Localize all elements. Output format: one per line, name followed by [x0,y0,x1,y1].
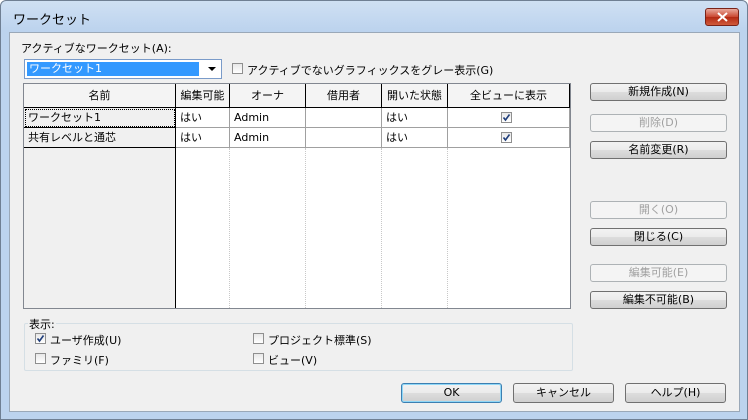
checkmark-icon [502,134,511,142]
column-guide [229,148,230,308]
ok-button[interactable]: OK [401,383,502,403]
active-workset-label: アクティブなワークセット(A): [21,42,172,55]
row-opened-cell[interactable]: はい [382,128,448,148]
views-checkbox[interactable] [253,353,264,364]
visible-all-views-checkbox[interactable] [501,132,512,143]
column-header-opened[interactable]: 開いた状態 [382,84,448,108]
row-opened-cell[interactable]: はい [382,108,448,128]
make-editable-button[interactable]: 編集可能(E) [590,264,727,282]
column-header-name[interactable]: 名前 [24,84,176,108]
column-header-visible-all-views[interactable]: 全ビューに表示 [448,84,570,108]
row-name-cell[interactable]: 共有レベルと通芯 [24,128,176,148]
make-non-editable-button[interactable]: 編集不可能(B) [590,291,727,309]
workset-dialog: ワークセット アクティブなワークセット(A): ワークセット1 アクティブでない… [0,0,748,420]
families-label: ファミリ(F) [50,354,109,367]
row-editable-cell[interactable]: はい [176,128,230,148]
row-editable-cell[interactable]: はい [176,108,230,128]
active-workset-combobox[interactable]: ワークセット1 [24,59,222,79]
close-icon [717,12,728,22]
row-borrowers-cell [306,108,382,128]
chevron-down-icon [208,67,216,71]
rename-workset-button[interactable]: 名前変更(R) [590,141,727,159]
column-header-borrowers[interactable]: 借用者 [306,84,382,108]
row-name-cell[interactable]: ワークセット1 [24,108,176,128]
show-group-label: 表示: [28,316,56,332]
close-button[interactable] [705,8,739,26]
row-owner-cell: Admin [230,128,306,148]
window-title: ワークセット [13,13,92,28]
column-guide [305,148,306,308]
column-guide [447,148,448,308]
column-guide [381,148,382,308]
row-borrowers-cell [306,128,382,148]
row-visible-cell[interactable] [448,128,570,148]
title-bar[interactable]: ワークセット [1,1,747,31]
close-workset-button[interactable]: 閉じる(C) [590,228,727,246]
gray-inactive-checkbox[interactable] [232,63,243,74]
column-header-owner[interactable]: オーナ [230,84,306,108]
cancel-button[interactable]: キャンセル [513,383,614,403]
project-standards-label: プロジェクト標準(S) [268,334,372,347]
delete-workset-button[interactable]: 削除(D) [590,114,727,132]
visible-all-views-checkbox[interactable] [501,112,512,123]
row-visible-cell[interactable] [448,108,570,128]
open-workset-button[interactable]: 開く(O) [590,201,727,219]
user-created-checkbox[interactable] [35,333,46,344]
column-header-editable[interactable]: 編集可能 [176,84,230,108]
active-workset-value: ワークセット1 [27,62,199,76]
workset-table: 名前 編集可能 オーナ 借用者 開いた状態 全ビューに表示 ワークセット1 はい… [23,83,571,309]
gray-inactive-label: アクティブでないグラフィックスをグレー表示(G) [247,64,494,77]
views-label: ビュー(V) [268,354,318,367]
new-workset-button[interactable]: 新規作成(N) [590,83,727,101]
checkmark-icon [36,335,45,343]
families-checkbox[interactable] [35,353,46,364]
user-created-label: ユーザ作成(U) [50,334,122,347]
row-owner-cell: Admin [230,108,306,128]
checkmark-icon [502,114,511,122]
help-button[interactable]: ヘルプ(H) [625,383,726,403]
project-standards-checkbox[interactable] [253,333,264,344]
dialog-body: アクティブなワークセット(A): ワークセット1 アクティブでないグラフィックス… [9,32,740,412]
